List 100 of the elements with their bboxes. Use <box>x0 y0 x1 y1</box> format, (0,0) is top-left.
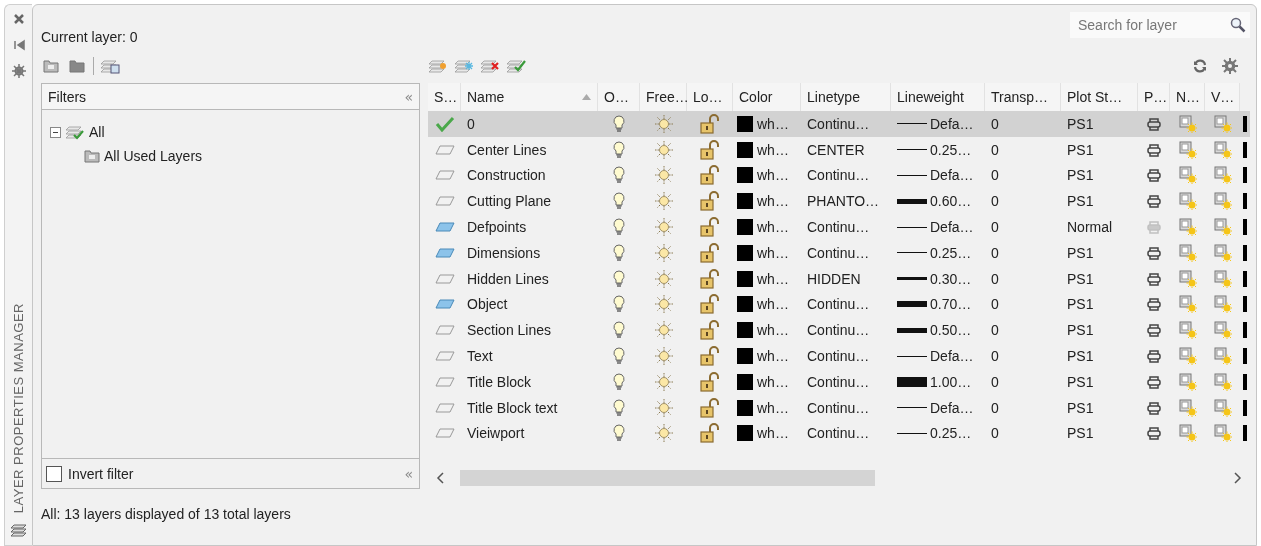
filter-tree-item[interactable]: All Used Layers <box>104 148 203 164</box>
linetype-name: Continu… <box>806 373 871 390</box>
layer-row[interactable]: Center Lines wh… CENTER 0.25… 0 PS1 <box>428 136 1250 163</box>
lineweight-value: 0.25… <box>930 425 972 442</box>
printer-icon[interactable] <box>1147 349 1161 364</box>
layer-row[interactable]: Defpoints wh… Continu… Defa… 0 Normal <box>428 214 1250 240</box>
scroll-left-button[interactable] <box>434 470 446 486</box>
viewport-sun-icon <box>1213 114 1232 133</box>
viewport-sun-icon <box>1178 295 1197 314</box>
transparency-value: 0 <box>990 193 1000 210</box>
color-swatch <box>737 348 753 365</box>
plot-style-name: PS1 <box>1066 244 1095 261</box>
column-header[interactable]: Free… <box>640 83 687 111</box>
color-swatch <box>737 115 753 132</box>
collapse-toggle[interactable] <box>50 126 61 138</box>
color-swatch <box>1243 141 1247 158</box>
layer-name: Title Block <box>466 373 533 390</box>
scrollbar-thumb[interactable] <box>460 470 875 486</box>
printer-icon[interactable] <box>1147 116 1161 131</box>
layer-name: Hidden Lines <box>466 270 550 287</box>
printer-icon[interactable] <box>1147 245 1161 260</box>
layer-row[interactable]: Text wh… Continu… Defa… 0 PS1 <box>428 343 1250 369</box>
layer-row[interactable]: Object wh… Continu… 0.70… 0 PS1 <box>428 291 1250 318</box>
color-swatch <box>1243 296 1247 313</box>
printer-icon[interactable] <box>1147 297 1161 312</box>
filter-tree-item[interactable]: All <box>89 124 105 140</box>
column-header[interactable]: N… <box>1170 83 1205 111</box>
printer-icon[interactable] <box>1147 142 1161 157</box>
transparency-value: 0 <box>990 399 1000 416</box>
layer-row[interactable]: Construction wh… Continu… Defa… 0 PS1 <box>428 162 1250 189</box>
layer-row[interactable]: Hidden Lines wh… HIDDEN 0.30… 0 PS1 <box>428 265 1250 292</box>
column-header[interactable]: Linetype <box>801 83 891 111</box>
color-name: wh… <box>757 115 789 132</box>
column-header[interactable]: Color <box>733 83 801 111</box>
column-header[interactable]: P… <box>1138 83 1170 111</box>
printer-icon[interactable] <box>1147 323 1161 338</box>
layer-states-manager-button[interactable] <box>100 57 120 75</box>
column-header[interactable]: Lineweight <box>891 83 985 111</box>
column-header[interactable]: Name <box>461 83 598 111</box>
layer-name: Title Block text <box>466 399 559 416</box>
printer-icon[interactable] <box>1147 400 1161 415</box>
column-header[interactable]: S… <box>428 83 461 111</box>
invert-filter-checkbox[interactable] <box>46 465 62 482</box>
new-group-filter-button[interactable] <box>67 57 87 75</box>
layer-row[interactable]: 0 wh… Continu… Defa… 0 PS1 <box>428 111 1250 137</box>
printer-icon[interactable] <box>1147 374 1161 389</box>
layer-name: Section Lines <box>466 322 553 339</box>
linetype-name: Continu… <box>806 322 871 339</box>
layer-row[interactable]: Title Block text wh… Continu… Defa… 0 PS1 <box>428 394 1250 421</box>
lightbulb-icon <box>613 166 625 185</box>
color-swatch <box>737 322 753 339</box>
lineweight-value: 1.00… <box>930 373 972 390</box>
scroll-right-button[interactable] <box>1232 470 1244 486</box>
column-header[interactable]: Plot St… <box>1061 83 1138 111</box>
layers-button[interactable] <box>9 523 28 539</box>
viewport-sun-icon <box>1178 166 1197 185</box>
color-swatch <box>737 219 753 236</box>
viewport-sun-icon <box>1178 269 1197 288</box>
column-header[interactable]: V… <box>1205 83 1240 111</box>
search-field[interactable]: Search for layer <box>1070 12 1250 38</box>
printer-icon[interactable] <box>1147 271 1161 286</box>
layer-row[interactable]: Section Lines wh… Continu… 0.50… 0 PS1 <box>428 317 1250 344</box>
layer-row[interactable]: Vieiwport wh… Continu… 0.25… 0 PS1 <box>428 420 1250 447</box>
lightbulb-icon <box>613 269 625 288</box>
search-icon[interactable] <box>1230 17 1246 33</box>
lineweight-value: 0.50… <box>930 322 972 339</box>
new-property-filter-button[interactable] <box>41 57 61 75</box>
delete-layer-button[interactable] <box>480 57 500 75</box>
lightbulb-icon <box>613 347 625 366</box>
color-name: wh… <box>757 373 789 390</box>
sun-icon <box>653 371 674 392</box>
column-header[interactable]: Lo… <box>687 83 733 111</box>
layer-name: Dimensions <box>466 244 542 261</box>
set-current-button[interactable] <box>506 57 526 75</box>
lightbulb-icon <box>613 424 625 443</box>
sun-icon <box>653 268 674 289</box>
column-header[interactable]: Transp… <box>985 83 1061 111</box>
viewport-sun-icon <box>1213 321 1232 340</box>
layer-row[interactable]: Dimensions wh… Continu… 0.25… 0 PS1 <box>428 240 1250 266</box>
viewport-sun-icon <box>1213 269 1232 288</box>
lineweight-value: Defa… <box>930 219 974 236</box>
sun-icon <box>653 113 674 134</box>
plot-style-name: PS1 <box>1066 141 1095 158</box>
column-header[interactable]: O… <box>598 83 640 111</box>
printer-icon[interactable] <box>1147 168 1161 183</box>
color-name: wh… <box>757 425 789 442</box>
color-swatch <box>1243 167 1247 184</box>
layer-row[interactable]: Cutting Plane wh… PHANTO… 0.60… 0 PS1 <box>428 188 1250 215</box>
plot-style-name: PS1 <box>1066 348 1095 365</box>
printer-icon[interactable] <box>1147 426 1161 441</box>
color-swatch <box>1243 322 1247 339</box>
color-swatch <box>1243 373 1247 390</box>
printer-icon[interactable] <box>1147 194 1161 209</box>
viewport-sun-icon <box>1178 114 1197 133</box>
settings-button[interactable] <box>1220 57 1240 75</box>
layer-row[interactable]: Title Block wh… Continu… 1.00… 0 PS1 <box>428 368 1250 395</box>
transparency-value: 0 <box>990 425 1000 442</box>
settings-button[interactable] <box>10 63 27 79</box>
layer-name: Construction <box>466 167 547 184</box>
search-input[interactable]: Search for layer <box>1076 16 1230 34</box>
